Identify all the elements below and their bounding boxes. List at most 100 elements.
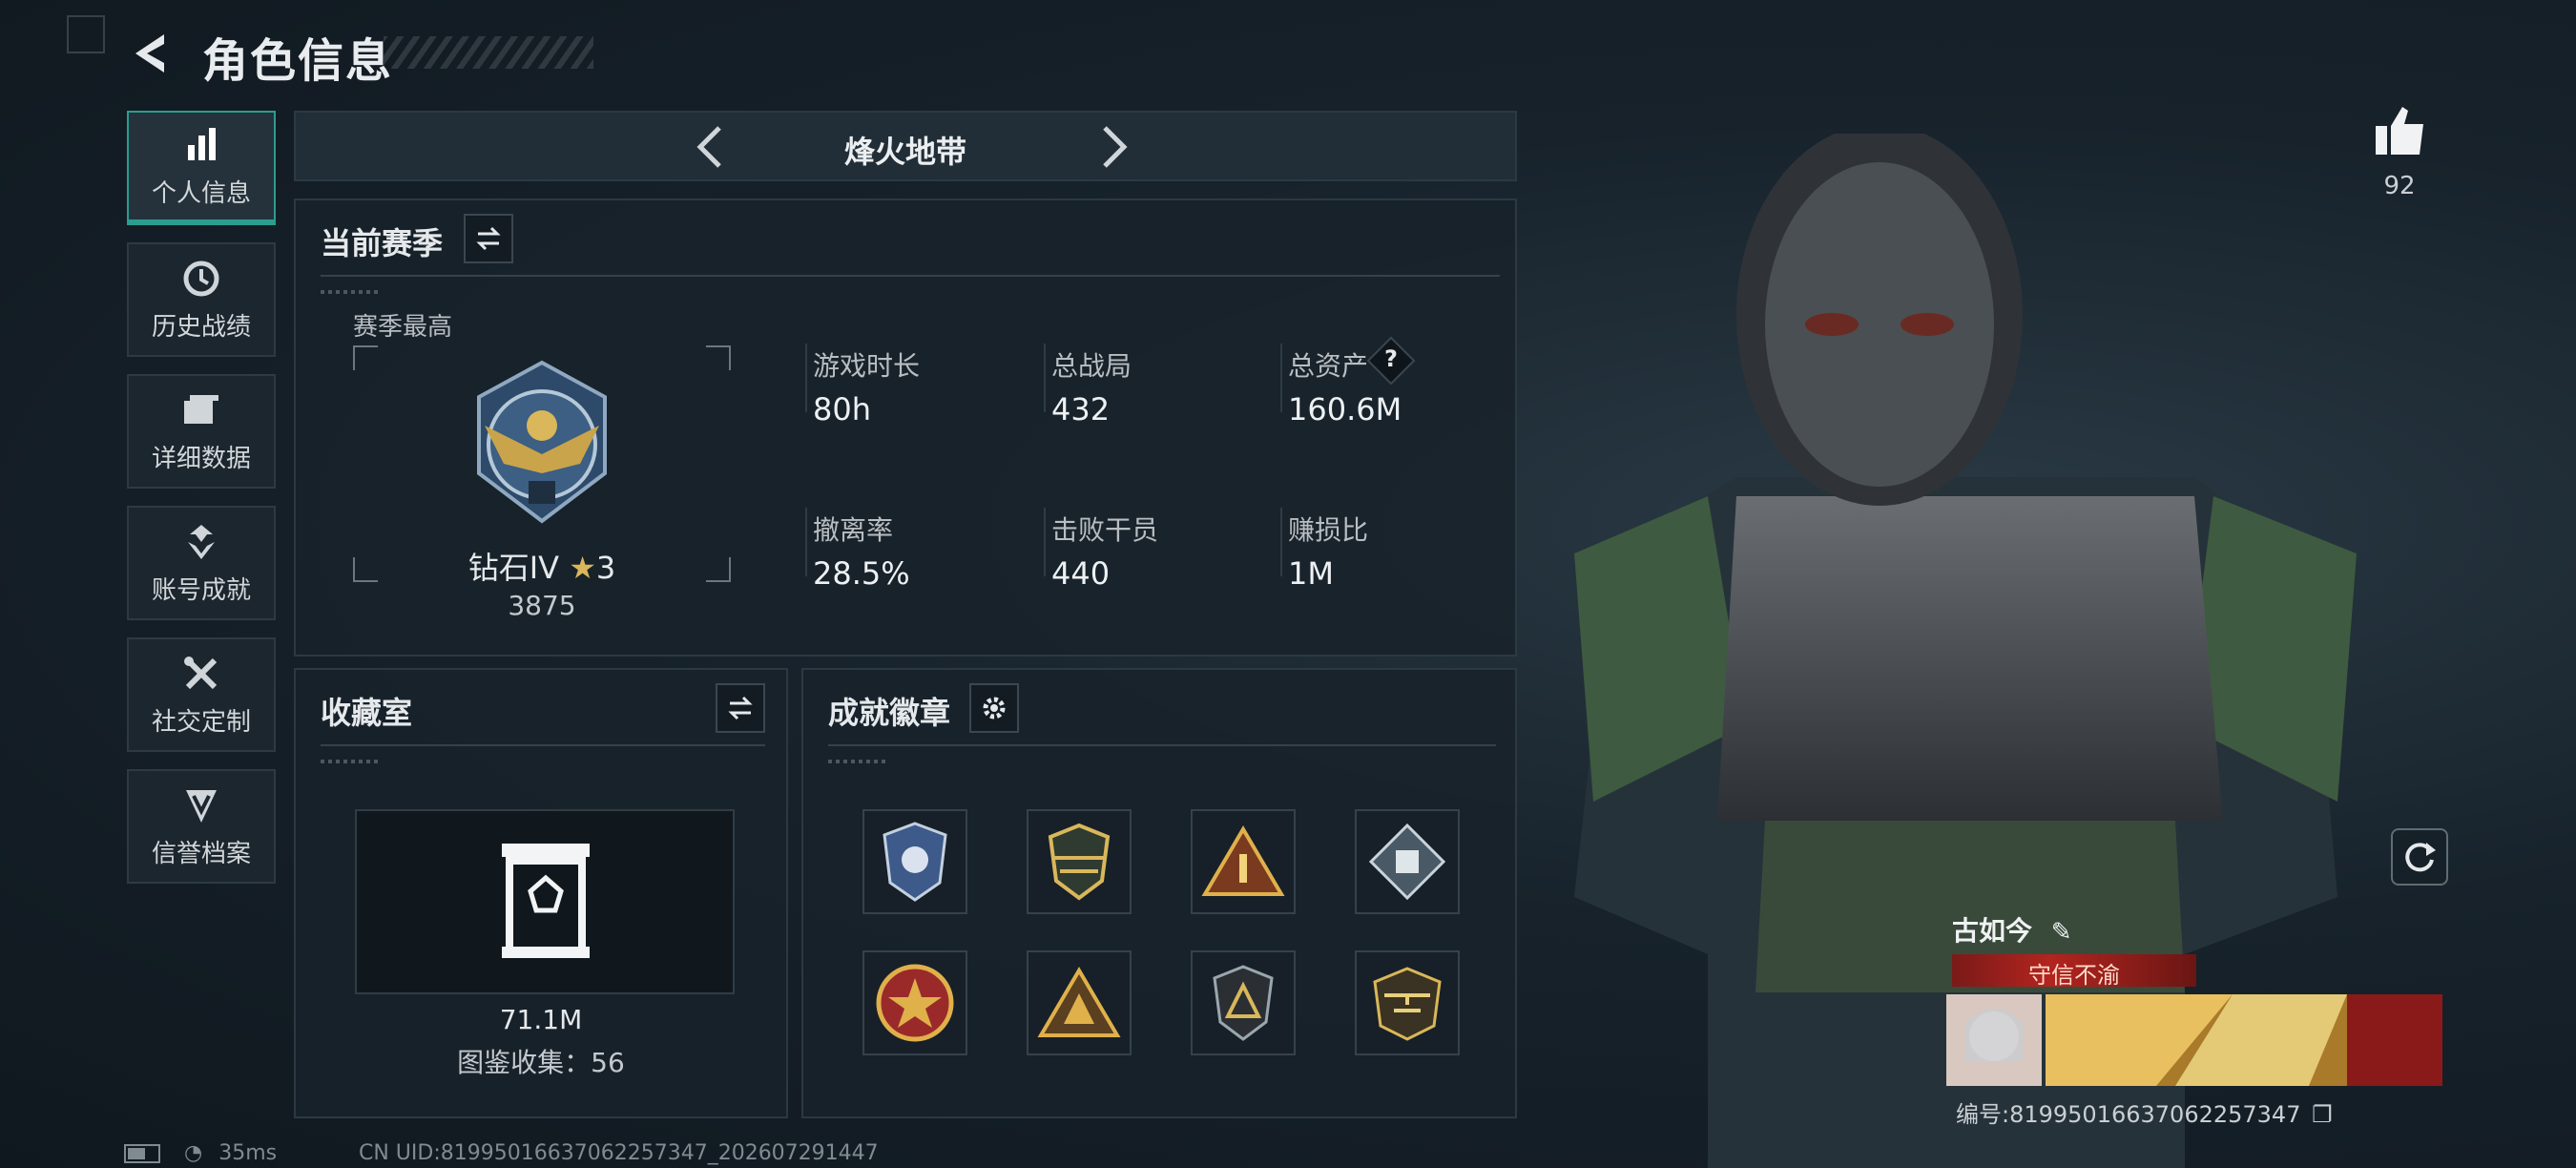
- copy-icon[interactable]: ❐: [2312, 1101, 2333, 1128]
- season-switch-button[interactable]: [464, 214, 513, 263]
- diamond-dice-icon: [1368, 823, 1446, 901]
- mode-label: 烽火地带: [843, 134, 966, 170]
- badge-slot[interactable]: [1191, 809, 1296, 914]
- bar-chart-icon: [188, 127, 216, 160]
- sidebar-item-social[interactable]: 社交定制: [127, 637, 276, 752]
- thumbs-up-icon[interactable]: [2372, 103, 2429, 160]
- badge-slot[interactable]: [1355, 950, 1460, 1055]
- sidebar-item-personal-info[interactable]: 个人信息: [127, 111, 276, 225]
- folder-icon: [184, 394, 218, 424]
- title-decoration: [384, 36, 593, 69]
- stat-value: 28.5%: [813, 555, 910, 592]
- sidebar-item-details[interactable]: 详细数据: [127, 374, 276, 489]
- stat-value: 160.6M: [1288, 391, 1402, 428]
- badges-panel[interactable]: 成就徽章: [801, 668, 1517, 1118]
- star-medal-icon: [876, 964, 954, 1042]
- collection-title: 收藏室: [321, 695, 413, 731]
- vault-display-icon: [502, 844, 590, 958]
- sidebar-item-label: 账号成就: [151, 575, 251, 605]
- rank-label: 钻石IV ★3: [353, 544, 731, 588]
- shield-emblem-icon: [186, 789, 217, 823]
- badge-slot[interactable]: [862, 809, 967, 914]
- tools-icon: [184, 656, 218, 689]
- helicopter-badge-icon: [1373, 967, 1442, 1041]
- triangle-one-icon: [1201, 825, 1285, 896]
- divider-mark: [828, 760, 885, 763]
- divider-mark: [321, 760, 378, 763]
- rank-points: 3875: [508, 590, 576, 621]
- title-badge-text: 守信不渝: [2028, 962, 2120, 989]
- page-title: 角色信息: [202, 34, 394, 88]
- diamond-rank-emblem-icon: [477, 360, 607, 524]
- player-uid-text: 编号:81995016637062257347: [1956, 1101, 2301, 1128]
- stat-value: 80h: [813, 391, 871, 428]
- clock-icon: [183, 261, 219, 296]
- stat-value: 1M: [1288, 555, 1334, 592]
- stat-value: 440: [1051, 555, 1111, 592]
- swap-icon: [728, 696, 753, 720]
- sidebar-item-achievements[interactable]: 账号成就: [127, 506, 276, 620]
- collection-panel[interactable]: 收藏室 71.1M 图鉴收集：56: [294, 668, 788, 1118]
- corner-mark: [67, 15, 105, 53]
- edit-icon[interactable]: ✎: [2051, 918, 2072, 947]
- stat-label: 总资产: [1288, 350, 1369, 382]
- season-panel: 当前赛季 赛季最高 钻石IV ★3 3875 游戏时长 80h 总战局 432 …: [294, 198, 1517, 657]
- badge-slot[interactable]: [1355, 809, 1460, 914]
- triangle-group-icon: [1037, 967, 1121, 1037]
- police-badge-icon: [883, 822, 947, 902]
- chevron-right-icon[interactable]: [1088, 122, 1137, 172]
- divider: [828, 744, 1496, 746]
- sidebar-item-label: 详细数据: [151, 444, 251, 473]
- title-badge: 守信不渝: [1952, 954, 2196, 989]
- status-bar: ◔ 35ms: [124, 1141, 277, 1165]
- stat-separator: [805, 344, 807, 412]
- stat-separator: [1044, 508, 1046, 576]
- name-card-banner[interactable]: [1946, 994, 2442, 1086]
- sidebar-item-credit[interactable]: 信誉档案: [127, 769, 276, 884]
- rank-name: 钻石IV: [467, 550, 560, 586]
- sidebar-item-history[interactable]: 历史战绩: [127, 242, 276, 357]
- stat-label: 击败干员: [1051, 514, 1159, 546]
- back-arrow-icon[interactable]: [124, 27, 177, 80]
- season-best-label: 赛季最高: [353, 313, 453, 342]
- star-icon: ★: [569, 550, 596, 586]
- swap-icon: [476, 226, 501, 251]
- rank-stars: 3: [595, 550, 616, 586]
- battery-icon: [124, 1144, 160, 1163]
- collection-switch-button[interactable]: [716, 683, 765, 733]
- gear-icon: [983, 697, 1006, 720]
- rotate-model-button[interactable]: [2391, 828, 2448, 886]
- shield-wings-icon: [1048, 823, 1111, 901]
- ping-value: 35ms: [218, 1141, 278, 1165]
- player-name: 古如今 ✎: [1952, 910, 2072, 949]
- stat-label: 撤离率: [813, 514, 894, 546]
- uid-status-line: CN UID:81995016637062257347_202607291447: [359, 1141, 879, 1165]
- badge-settings-button[interactable]: [969, 683, 1019, 733]
- badge-slot[interactable]: [862, 950, 967, 1055]
- sidebar-item-label: 历史战绩: [151, 312, 251, 342]
- badge-slot[interactable]: [1027, 950, 1132, 1055]
- refresh-icon: [2405, 843, 2436, 872]
- shield-triangle-icon: [1213, 965, 1274, 1041]
- catalog-count: 图鉴收集：56: [457, 1047, 625, 1078]
- stat-separator: [1280, 344, 1282, 412]
- collection-preview: [355, 809, 735, 994]
- divider-mark: [321, 290, 378, 294]
- badge-slot[interactable]: [1191, 950, 1296, 1055]
- divider: [321, 275, 1500, 277]
- achievement-icon: [188, 524, 215, 559]
- wifi-icon: ◔: [184, 1141, 203, 1165]
- stat-separator: [1280, 508, 1282, 576]
- divider: [321, 744, 765, 746]
- stat-value: 432: [1051, 391, 1111, 428]
- mode-switcher: 烽火地带: [294, 111, 1517, 181]
- stat-label: 游戏时长: [813, 350, 921, 382]
- player-uid: 编号:81995016637062257347 ❐: [1956, 1095, 2333, 1129]
- player-name-text: 古如今: [1952, 915, 2033, 947]
- like-count: 92: [2383, 172, 2416, 200]
- stat-separator: [1044, 344, 1046, 412]
- sidebar-item-label: 社交定制: [151, 707, 251, 737]
- season-title: 当前赛季: [321, 225, 444, 261]
- collection-value: 71.1M: [499, 1004, 583, 1035]
- badge-slot[interactable]: [1027, 809, 1132, 914]
